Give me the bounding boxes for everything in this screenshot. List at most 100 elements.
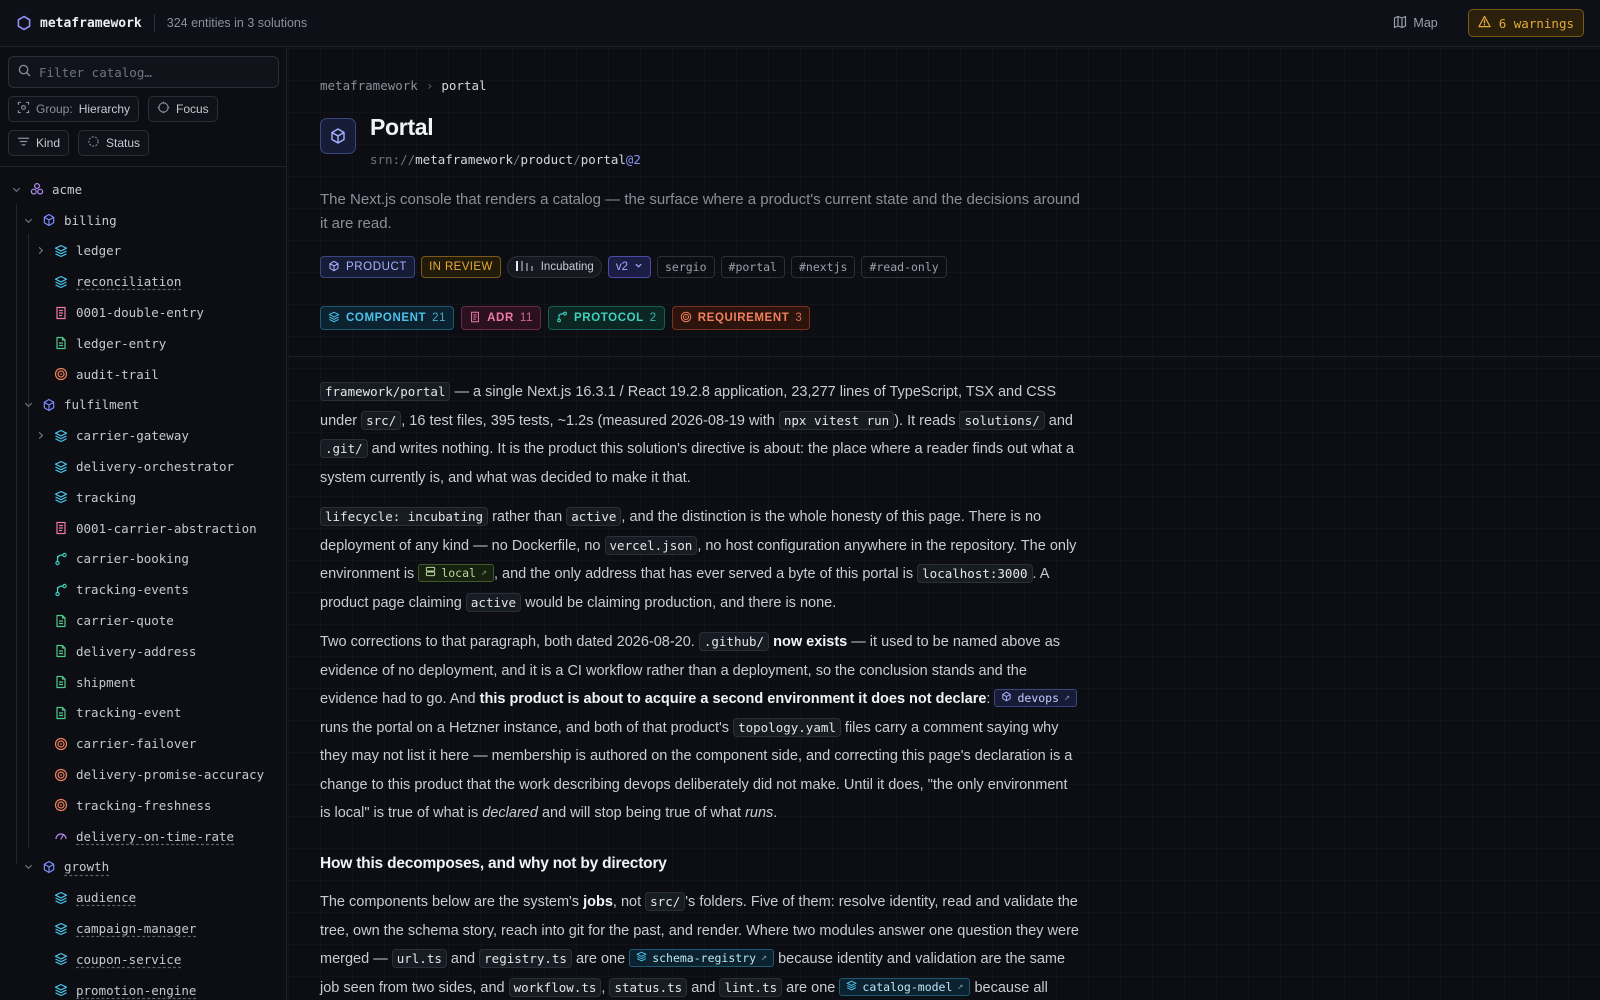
tree-item-label: tracking [76, 489, 137, 505]
inline-code: solutions/ [959, 410, 1045, 430]
tree-item-carrier-failover[interactable]: carrier-failover [0, 728, 286, 759]
tree-item-billing[interactable]: billing [0, 205, 286, 236]
chevron-right-icon[interactable] [34, 430, 46, 442]
tree-item-delivery-orchestrator[interactable]: delivery-orchestrator [0, 451, 286, 482]
kind-filter-button[interactable]: Kind [8, 130, 70, 156]
tag-chip[interactable]: #portal [720, 256, 785, 278]
chevron-down-icon[interactable] [22, 861, 34, 873]
tree-item-0001-carrier-abstraction[interactable]: 0001-carrier-abstraction [0, 513, 286, 544]
tag-chip[interactable]: #read-only [861, 256, 947, 278]
focus-button[interactable]: Focus [148, 96, 218, 122]
inline-code: src/ [645, 892, 686, 911]
body-paragraph: The components below are the system's jo… [320, 892, 1079, 997]
group-by-button[interactable]: Group: Hierarchy [8, 96, 140, 122]
chevron-down-icon[interactable] [22, 399, 34, 411]
version-selector[interactable]: v2 [607, 256, 651, 278]
group-icon [17, 101, 30, 117]
component-link[interactable]: catalog-model ↗ [839, 977, 971, 996]
tree-item-tracking-freshness[interactable]: tracking-freshness [0, 790, 286, 821]
tree-item-campaign-manager[interactable]: campaign-manager [0, 913, 286, 944]
inline-code: localhost:3000 [917, 564, 1033, 583]
tree-item-audience[interactable]: audience [0, 882, 286, 913]
tree-item-label: carrier-quote [76, 613, 174, 629]
inline-code: status.ts [609, 977, 688, 997]
tree-item-acme[interactable]: acme [0, 174, 286, 205]
tree-item-shipment[interactable]: shipment [0, 667, 286, 698]
breadcrumb: metaframework › portal [320, 78, 487, 93]
component-link[interactable]: schema-registry ↗ [629, 949, 775, 967]
chevron-right-icon[interactable] [34, 245, 46, 257]
component-icon [54, 460, 68, 474]
owner-chip[interactable]: sergio [656, 256, 715, 278]
tree-item-growth[interactable]: growth [0, 852, 286, 883]
warnings-button[interactable]: 6 warnings [1467, 9, 1584, 37]
top-bar: metaframework 324 entities in 3 solution… [0, 0, 1600, 47]
product-cube-icon [320, 118, 356, 154]
tree-item-delivery-promise-accuracy[interactable]: delivery-promise-accuracy [0, 759, 286, 790]
protocol-count-chip[interactable]: PROTOCOL 2 [548, 306, 665, 330]
requirement-count-chip[interactable]: REQUIREMENT 3 [671, 306, 811, 330]
arrow-up-right-icon: ↗ [480, 567, 487, 578]
bold-text: jobs [583, 894, 613, 910]
tree-item-label: carrier-booking [76, 551, 189, 567]
tree-item-delivery-address[interactable]: delivery-address [0, 636, 286, 667]
tag-chip[interactable]: #nextjs [790, 256, 856, 278]
kind-label: Kind [36, 136, 61, 150]
search-input[interactable] [39, 64, 259, 80]
tree-item-carrier-gateway[interactable]: carrier-gateway [0, 420, 286, 451]
tree-item-coupon-service[interactable]: coupon-service [0, 944, 286, 975]
tree-item-ledger-entry[interactable]: ledger-entry [0, 328, 286, 359]
map-label: Map [1413, 16, 1438, 30]
tree-item-label: delivery-promise-accuracy [76, 767, 265, 783]
tree-item-label: carrier-gateway [76, 428, 189, 444]
status-filter-button[interactable]: Status [78, 130, 150, 156]
search-icon [18, 64, 31, 80]
adr-count-chip[interactable]: ADR 11 [461, 306, 542, 330]
tree-item-carrier-quote[interactable]: carrier-quote [0, 605, 286, 636]
component-icon [54, 922, 68, 936]
tree-item-tracking-events[interactable]: tracking-events [0, 574, 286, 605]
chevron-down-icon[interactable] [10, 183, 22, 195]
tree-item-label: ledger [76, 243, 122, 259]
tree-item-fulfilment[interactable]: fulfilment [0, 390, 286, 421]
relation-counts: COMPONENT 21 ADR 11 PROTOCOL 2 REQUIREME… [320, 306, 811, 330]
component-icon [54, 952, 68, 966]
adr-icon [54, 306, 68, 320]
tree-item-label: campaign-manager [76, 921, 197, 937]
requirement-icon [54, 367, 68, 381]
inline-code: .git/ [320, 439, 368, 458]
tree-item-tracking[interactable]: tracking [0, 482, 286, 513]
tree-item-promotion-engine[interactable]: promotion-engine [0, 975, 286, 1000]
focus-crosshair-icon [157, 101, 170, 117]
catalog-search[interactable] [8, 56, 279, 88]
kind-badge: PRODUCT [320, 256, 416, 278]
inline-code: src/ [361, 410, 402, 430]
tree-item-audit-trail[interactable]: audit-trail [0, 359, 286, 390]
schema-icon [54, 644, 68, 658]
adr-scroll-icon [469, 311, 481, 326]
metric-icon [54, 829, 68, 843]
tree-item-reconciliation[interactable]: reconciliation [0, 266, 286, 297]
tree-item-carrier-booking[interactable]: carrier-booking [0, 544, 286, 575]
tree-item-0001-double-entry[interactable]: 0001-double-entry [0, 297, 286, 328]
product-link[interactable]: devops ↗ [994, 689, 1078, 707]
tree-item-ledger[interactable]: ledger [0, 236, 286, 267]
app-brand[interactable]: metaframework [40, 16, 142, 31]
chevron-down-icon[interactable] [22, 214, 34, 226]
inline-code: lifecycle: incubating [320, 507, 489, 526]
entity-meta-chips: PRODUCT IN REVIEW Incubating v2 sergio #… [320, 256, 947, 278]
breadcrumb-item-root[interactable]: metaframework [320, 78, 418, 93]
map-button[interactable]: Map [1393, 15, 1438, 32]
chevron-right-icon: › [425, 78, 434, 93]
entity-srn[interactable]: srn://metaframework/product/portal@2 [370, 152, 641, 167]
tree-item-label: shipment [76, 674, 137, 690]
tree-item-tracking-event[interactable]: tracking-event [0, 698, 286, 729]
requirement-icon [54, 737, 68, 751]
chevron-down-icon [634, 261, 643, 273]
tree-item-delivery-on-time-rate[interactable]: delivery-on-time-rate [0, 821, 286, 852]
lifecycle-bars-icon [515, 260, 535, 275]
inline-code: topology.yaml [733, 717, 841, 737]
component-count-chip[interactable]: COMPONENT 21 [320, 306, 455, 330]
environment-link[interactable]: local ↗ [418, 564, 494, 582]
page-title: Portal [370, 114, 434, 140]
